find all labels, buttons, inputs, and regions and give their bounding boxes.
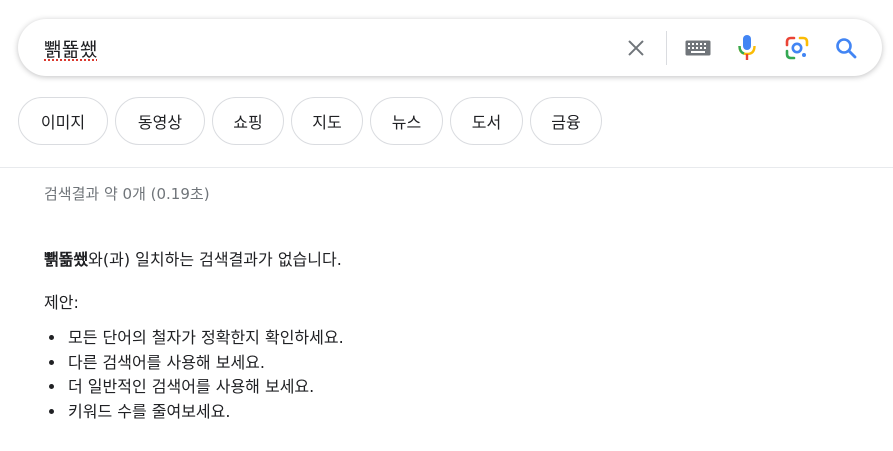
chip-videos[interactable]: 동영상 — [115, 97, 205, 145]
keyboard-button[interactable] — [680, 19, 716, 76]
header-divider — [0, 167, 893, 168]
list-item: 모든 단어의 철자가 정확한지 확인하세요. — [66, 326, 344, 351]
search-box-divider — [666, 31, 667, 65]
clear-button[interactable] — [618, 19, 654, 76]
voice-search-button[interactable] — [730, 19, 764, 76]
suggestions-label: 제안: — [44, 293, 79, 312]
keyboard-icon — [685, 40, 711, 55]
search-button[interactable] — [828, 19, 864, 76]
list-item: 다른 검색어를 사용해 보세요. — [66, 351, 344, 376]
no-results-query: 뾁뚊쐤 — [44, 250, 89, 269]
result-stats: 검색결과 약 0개 (0.19초) — [44, 185, 210, 203]
chip-maps[interactable]: 지도 — [291, 97, 363, 145]
microphone-icon — [738, 34, 756, 60]
chip-images[interactable]: 이미지 — [18, 97, 108, 145]
close-icon — [628, 40, 644, 55]
no-results-text: 와(과) 일치하는 검색결과가 없습니다. — [88, 250, 342, 269]
chip-books[interactable]: 도서 — [450, 97, 523, 145]
search-input[interactable]: 뾁뚊쐤 — [44, 35, 98, 62]
list-item: 키워드 수를 줄여보세요. — [66, 400, 344, 425]
search-icon — [836, 37, 857, 58]
suggestions-list: 모든 단어의 철자가 정확한지 확인하세요. 다른 검색어를 사용해 보세요. … — [44, 326, 344, 424]
no-results-message: 뾁뚊쐤와(과) 일치하는 검색결과가 없습니다. — [44, 246, 342, 270]
search-box[interactable]: 뾁뚊쐤 — [18, 19, 882, 76]
chip-shopping[interactable]: 쇼핑 — [212, 97, 284, 145]
list-item: 더 일반적인 검색어를 사용해 보세요. — [66, 375, 344, 400]
chip-finance[interactable]: 금융 — [530, 97, 602, 145]
lens-search-button[interactable] — [780, 19, 814, 76]
chip-news[interactable]: 뉴스 — [370, 97, 443, 145]
google-lens-icon — [785, 36, 809, 59]
